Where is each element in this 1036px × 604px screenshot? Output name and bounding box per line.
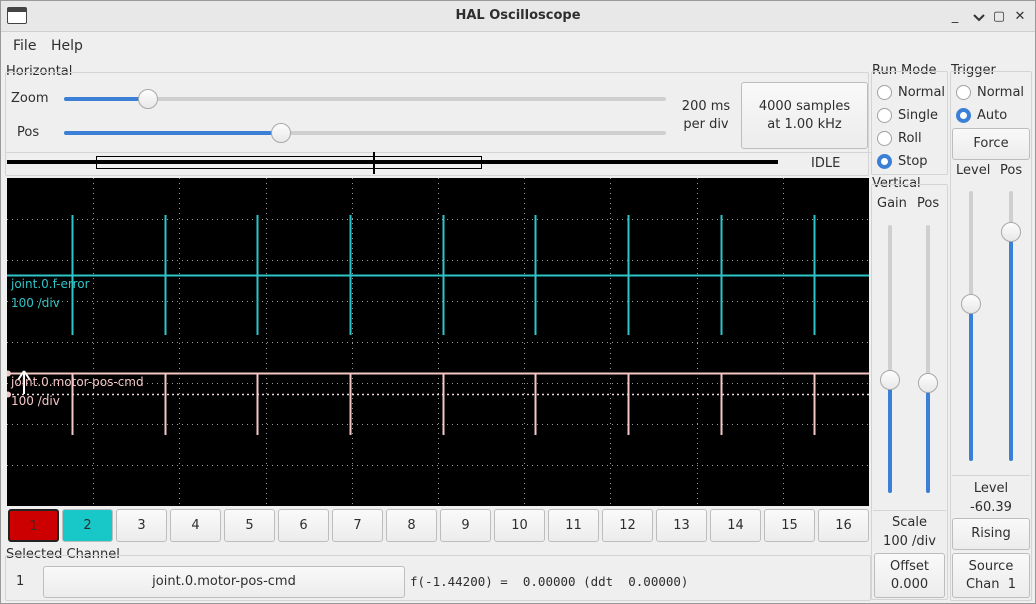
- time-per-div-unit: per div: [683, 117, 729, 132]
- scope-status: IDLE: [811, 156, 841, 171]
- zoom-slider[interactable]: [64, 89, 666, 109]
- trigger-mode-auto-radio[interactable]: [956, 108, 971, 123]
- trigger-level-slider[interactable]: [961, 191, 981, 461]
- divider: [873, 510, 946, 511]
- time-per-div: 200 ms per div: [677, 99, 735, 132]
- trigger-pos-slider[interactable]: [1001, 191, 1021, 461]
- channel-button-16[interactable]: 16: [818, 509, 869, 542]
- run-mode-roll-radio[interactable]: [877, 131, 892, 146]
- trigger-source-value: Chan 1: [965, 577, 1017, 592]
- title-bar: HAL Oscilloscope _ ▢ ✕: [1, 1, 1035, 32]
- trigger-pos-slider-fill: [1009, 231, 1013, 461]
- trigger-level-value: -60.39: [970, 500, 1012, 515]
- samples-button[interactable]: 4000 samples at 1.00 kHz: [741, 82, 868, 149]
- samples-count: 4000 samples: [758, 99, 851, 114]
- gain-slider-fill: [888, 380, 892, 493]
- record-window[interactable]: [96, 156, 482, 169]
- run-mode-normal-label: Normal: [898, 85, 946, 100]
- run-mode-stop[interactable]: Stop: [877, 152, 949, 172]
- minimize-icon[interactable]: _: [946, 8, 964, 26]
- offset-value: 0.000: [890, 577, 929, 592]
- scope-canvas: [7, 178, 869, 506]
- offset-button[interactable]: Offset 0.000: [874, 553, 945, 598]
- window-title: HAL Oscilloscope: [455, 8, 581, 23]
- run-mode-single-label: Single: [898, 108, 938, 123]
- divider: [6, 152, 871, 153]
- channel-button-10[interactable]: 10: [494, 509, 545, 542]
- trigger-pos-slider-handle[interactable]: [1001, 221, 1021, 242]
- minimize-to-tray-icon[interactable]: [970, 8, 988, 26]
- zoom-slider-fill: [64, 97, 149, 101]
- trigger-pos-label: Pos: [1000, 163, 1023, 178]
- scale-label: Scale: [892, 515, 927, 530]
- channel-button-13[interactable]: 13: [656, 509, 707, 542]
- force-button[interactable]: Force: [952, 128, 1030, 160]
- sample-rate: at 1.00 kHz: [767, 117, 842, 132]
- menu-help[interactable]: Help: [51, 38, 83, 54]
- time-per-div-value: 200 ms: [681, 99, 731, 114]
- vertical-pos-slider-handle[interactable]: [918, 373, 938, 394]
- trigger-position-marker: [373, 152, 375, 174]
- divider: [952, 475, 1030, 476]
- menu-file[interactable]: File: [13, 38, 36, 54]
- offset-label: Offset: [889, 559, 930, 574]
- vertical-pos-slider[interactable]: [918, 225, 938, 493]
- horizontal-pos-slider-fill: [64, 131, 281, 135]
- run-mode-roll[interactable]: Roll: [877, 129, 949, 149]
- trace-1-scale: 100 /div: [11, 296, 60, 310]
- channel-readout: f(-1.44200) = 0.00000 (ddt 0.00000): [410, 574, 689, 589]
- vertical-pos-label: Pos: [917, 196, 940, 211]
- trace-1-name: joint.0.f-error: [11, 277, 90, 291]
- trigger-level-label: Level: [956, 163, 991, 178]
- trigger-level-slider-fill: [969, 304, 973, 461]
- trigger-mode-normal-label: Normal: [977, 85, 1025, 100]
- selected-channel-name-button[interactable]: joint.0.motor-pos-cmd: [43, 566, 405, 598]
- vertical-pos-slider-fill: [926, 383, 930, 493]
- channel-button-7[interactable]: 7: [332, 509, 383, 542]
- horizontal-pos-slider[interactable]: [64, 123, 666, 143]
- scope-display[interactable]: joint.0.f-error 100 /div joint.0.motor-p…: [7, 178, 869, 506]
- run-mode-roll-label: Roll: [898, 131, 922, 146]
- channel-button-9[interactable]: 9: [440, 509, 491, 542]
- run-mode-stop-label: Stop: [898, 154, 928, 169]
- channel-button-2[interactable]: 2: [62, 509, 113, 542]
- run-mode-normal[interactable]: Normal: [877, 83, 949, 103]
- app-window: HAL Oscilloscope _ ▢ ✕ File Help Horizon…: [0, 0, 1036, 604]
- selected-channel-number: 1: [16, 574, 25, 589]
- close-icon[interactable]: ✕: [1011, 8, 1029, 26]
- trigger-mode-auto[interactable]: Auto: [956, 106, 1028, 126]
- channel-button-12[interactable]: 12: [602, 509, 653, 542]
- trigger-level-caption: Level: [973, 481, 1009, 496]
- maximize-icon[interactable]: ▢: [990, 8, 1008, 26]
- trace-2-name: joint.0.motor-pos-cmd: [11, 375, 144, 389]
- run-mode-normal-radio[interactable]: [877, 85, 892, 100]
- trigger-source-label: Source: [968, 559, 1014, 574]
- channel-button-5[interactable]: 5: [224, 509, 275, 542]
- trigger-mode-normal-radio[interactable]: [956, 85, 971, 100]
- gain-slider[interactable]: [880, 225, 900, 493]
- run-mode-stop-radio[interactable]: [877, 154, 892, 169]
- gain-label: Gain: [877, 196, 907, 211]
- run-mode-single-radio[interactable]: [877, 108, 892, 123]
- scale-value: 100 /div: [883, 534, 936, 549]
- channel-button-11[interactable]: 11: [548, 509, 599, 542]
- channel-button-4[interactable]: 4: [170, 509, 221, 542]
- trigger-source-button[interactable]: Source Chan 1: [952, 553, 1030, 598]
- zoom-label: Zoom: [11, 91, 49, 106]
- run-mode-single[interactable]: Single: [877, 106, 949, 126]
- channel-button-6[interactable]: 6: [278, 509, 329, 542]
- trigger-mode-normal[interactable]: Normal: [956, 83, 1028, 103]
- channel-button-8[interactable]: 8: [386, 509, 437, 542]
- channel-button-15[interactable]: 15: [764, 509, 815, 542]
- channel-button-1[interactable]: 1: [8, 509, 59, 542]
- horizontal-pos-slider-handle[interactable]: [270, 123, 291, 143]
- pos-label: Pos: [17, 125, 40, 140]
- trace-2-scale: 100 /div: [11, 394, 60, 408]
- channel-button-3[interactable]: 3: [116, 509, 167, 542]
- trigger-mode-auto-label: Auto: [977, 108, 1008, 123]
- channel-button-14[interactable]: 14: [710, 509, 761, 542]
- trigger-edge-button[interactable]: Rising: [952, 518, 1030, 550]
